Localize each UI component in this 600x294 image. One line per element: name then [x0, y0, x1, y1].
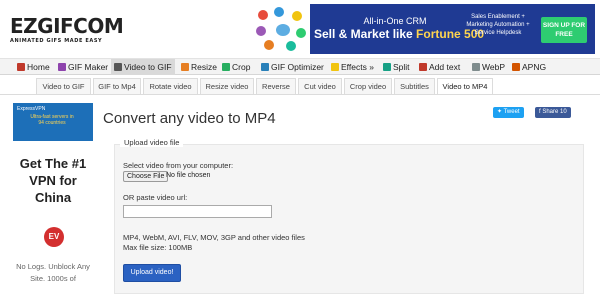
- side-ad[interactable]: ExpressVPN Ultra-fast servers in 94 coun…: [13, 103, 93, 292]
- tab-video-to-mp4[interactable]: Video to MP4: [437, 78, 493, 94]
- vpn-ad-caption: Ultra-fast servers in 94 countries: [30, 114, 74, 126]
- nav-item-gif-maker[interactable]: GIF Maker: [55, 59, 111, 75]
- url-label: OR paste video url:: [123, 193, 188, 202]
- optimizer-icon: [261, 63, 269, 71]
- add-text-icon: [419, 63, 427, 71]
- nav-item-home[interactable]: Home: [14, 59, 53, 75]
- tab-subtitles[interactable]: Subtitles: [394, 78, 435, 94]
- tab-resize-video[interactable]: Resize video: [200, 78, 254, 94]
- tab-video-to-gif[interactable]: Video to GIF: [36, 78, 91, 94]
- max-file-size-text: Max file size: 100MB: [123, 243, 193, 252]
- no-file-chosen-text: No file chosen: [166, 172, 211, 179]
- select-file-label: Select video from your computer:: [123, 161, 234, 170]
- tab-crop-video[interactable]: Crop video: [344, 78, 392, 94]
- split-icon: [383, 63, 391, 71]
- video-url-input[interactable]: [123, 205, 272, 218]
- tab-rotate-video[interactable]: Rotate video: [143, 78, 198, 94]
- ad-banner[interactable]: All-in-One CRM Sell & Market like Fortun…: [252, 4, 595, 54]
- nav-item-apng[interactable]: APNG: [509, 59, 549, 75]
- ad-headline: All-in-One CRM: [363, 16, 427, 26]
- crop-icon: [222, 63, 230, 71]
- ad-subheadline: Sell & Market like Fortune 500: [314, 27, 485, 41]
- logo-tagline: ANIMATED GIFS MADE EASY: [10, 38, 103, 44]
- main-nav: Home GIF Maker Video to GIF Resize Crop …: [0, 58, 600, 75]
- tab-gif-to-mp4[interactable]: GIF to Mp4: [93, 78, 141, 94]
- vpn-ad-brand: ExpressVPN: [17, 106, 46, 112]
- vpn-ad-image: ExpressVPN Ultra-fast servers in 94 coun…: [13, 103, 93, 141]
- upload-video-button[interactable]: Upload video!: [123, 264, 181, 282]
- apng-icon: [512, 63, 520, 71]
- nav-item-resize[interactable]: Resize: [178, 59, 220, 75]
- site-logo[interactable]: EZGIFCOM ANIMATED GIFS MADE EASY: [10, 14, 124, 44]
- nav-item-webp[interactable]: WebP: [469, 59, 508, 75]
- webp-icon: [472, 63, 480, 71]
- nav-item-crop[interactable]: Crop: [219, 59, 253, 75]
- twitter-icon: ✦: [497, 109, 504, 115]
- choose-file-button[interactable]: Choose File: [123, 171, 169, 182]
- site-header: EZGIFCOM ANIMATED GIFS MADE EASY All-in-…: [0, 0, 600, 56]
- crm-illustration-icon: [252, 4, 310, 54]
- page-title: Convert any video to MP4: [103, 110, 276, 127]
- upload-legend: Upload video file: [120, 138, 184, 147]
- sub-nav: Video to GIF GIF to Mp4 Rotate video Res…: [36, 78, 598, 94]
- nav-item-split[interactable]: Split: [380, 59, 413, 75]
- effects-icon: [331, 63, 339, 71]
- logo-text: EZGIFCOM: [10, 14, 124, 38]
- subnav-divider: [0, 94, 600, 95]
- video-icon: [114, 63, 122, 71]
- ad-signup-button[interactable]: SIGN UP FOR FREE: [541, 17, 587, 43]
- facebook-share-button[interactable]: f Share 10: [535, 107, 571, 118]
- ad-features: Sales Enablement + Marketing Automation …: [466, 14, 530, 36]
- nav-item-effects[interactable]: Effects »: [328, 59, 377, 75]
- tab-cut-video[interactable]: Cut video: [298, 78, 342, 94]
- home-icon: [17, 63, 25, 71]
- nav-item-video-to-gif[interactable]: Video to GIF: [111, 59, 175, 75]
- tweet-button[interactable]: ✦ Tweet: [493, 107, 524, 118]
- tab-reverse[interactable]: Reverse: [256, 78, 296, 94]
- nav-item-gif-optimizer[interactable]: GIF Optimizer: [258, 59, 327, 75]
- expressvpn-logo-icon: EV: [44, 227, 64, 247]
- vpn-ad-footer: No Logs. Unblock Any Site. 1000s of: [16, 262, 90, 283]
- supported-formats-text: MP4, WebM, AVI, FLV, MOV, 3GP and other …: [123, 233, 305, 242]
- gif-maker-icon: [58, 63, 66, 71]
- vpn-ad-headline: Get The #1 VPN for China: [19, 156, 87, 205]
- resize-icon: [181, 63, 189, 71]
- nav-item-add-text[interactable]: Add text: [416, 59, 463, 75]
